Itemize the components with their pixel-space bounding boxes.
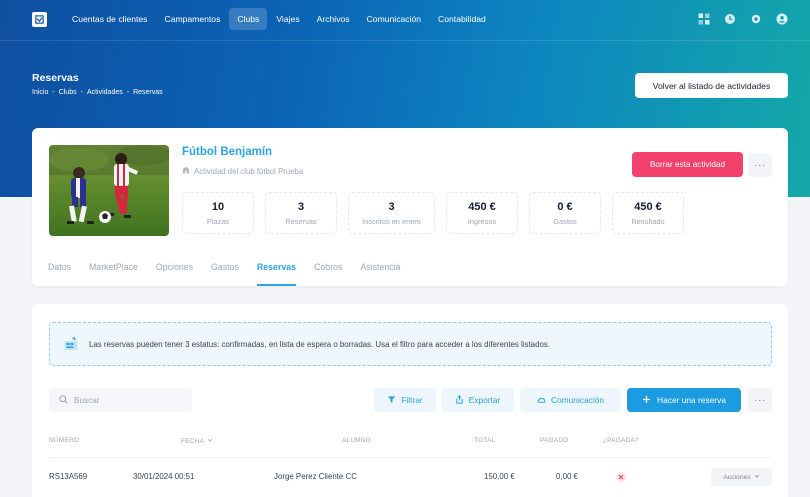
plus-icon	[642, 395, 651, 406]
nav-item-viajes[interactable]: Viajes	[268, 8, 307, 30]
stat-resultado: 450 € Resultado	[612, 192, 684, 234]
new-reservation-label: Hacer una reserva	[657, 395, 726, 405]
activity-card: Fútbol Benjamín Actividad del club fútbo…	[32, 128, 788, 286]
tab-datos[interactable]: Datos	[48, 262, 71, 286]
nav-item-campamentos[interactable]: Campamentos	[156, 8, 228, 30]
stat-reservas: 3 Reservas	[265, 192, 337, 234]
breadcrumb-separator: -	[80, 89, 83, 96]
app-logo[interactable]	[32, 11, 47, 27]
info-notice: Las reservas pueden tener 3 estatus: con…	[49, 322, 772, 366]
stat-ingresos: 450 € Ingresos	[446, 192, 518, 234]
search-input[interactable]	[74, 395, 184, 405]
stat-plazas: 10 Plazas	[182, 192, 254, 234]
building-icon	[182, 166, 190, 176]
toolbar-more-button[interactable]: ···	[748, 388, 772, 412]
communication-label: Comunicación	[550, 395, 605, 405]
cloud-icon	[537, 395, 546, 406]
activity-subtitle: Actividad del club fútbol Prueba	[182, 166, 303, 176]
activity-photo	[49, 145, 169, 236]
stat-value: 450 €	[468, 200, 496, 213]
stat-value: 450 €	[634, 200, 662, 213]
row-actions-button[interactable]: Acciones	[711, 468, 772, 486]
top-navigation: Cuentas de clientes Campamentos Clubs Vi…	[0, 0, 810, 38]
column-header-is-paid[interactable]: ¿Pagada?	[603, 437, 639, 444]
column-header-student[interactable]: Alumno	[342, 437, 371, 444]
row-actions-label: Acciones	[723, 473, 751, 481]
reservation-number[interactable]: RS13A569	[49, 472, 87, 481]
nav-divider	[0, 40, 810, 41]
nav-item-contabilidad[interactable]: Contabilidad	[430, 8, 494, 30]
filter-icon	[387, 395, 396, 406]
club-name: Actividad del club fútbol Prueba	[194, 166, 304, 176]
tab-asistencia[interactable]: Asistencia	[360, 262, 400, 286]
stat-label: Inscritos en enero	[362, 216, 421, 226]
export-label: Exportar	[468, 395, 501, 405]
breadcrumb-separator: -	[126, 89, 130, 96]
reservation-date: 30/01/2024 00:51	[133, 472, 195, 481]
chevron-down-icon	[207, 437, 213, 445]
export-button[interactable]: Exportar	[441, 388, 514, 412]
delete-activity-button[interactable]: Borrar esta actividad	[632, 152, 743, 177]
page-title: Reservas	[32, 72, 79, 84]
stat-label: Ingresos	[467, 216, 497, 226]
column-header-paid[interactable]: Pagado	[540, 437, 569, 444]
breadcrumb: Inicio - Clubs - Actividades - Reservas	[32, 89, 163, 96]
tab-cobros[interactable]: Cobros	[314, 262, 342, 286]
not-paid-icon	[616, 472, 626, 482]
apps-grid-icon[interactable]	[698, 13, 710, 25]
activity-title: Fútbol Benjamín	[182, 146, 273, 158]
stat-label: Gastos	[553, 216, 577, 226]
search-box	[49, 388, 192, 412]
tab-marketplace[interactable]: MarketPlace	[89, 262, 138, 286]
breadcrumb-actividades[interactable]: Actividades	[87, 89, 123, 96]
communication-button[interactable]: Comunicación	[520, 388, 621, 412]
nav-item-comunicacion[interactable]: Comunicación	[359, 8, 429, 30]
stat-inscritos: 3 Inscritos en enero	[348, 192, 435, 234]
column-header-date-label: Fecha	[181, 437, 205, 445]
stat-label: Reservas	[285, 216, 317, 226]
column-header-date[interactable]: Fecha	[181, 437, 213, 445]
notice-icon	[63, 336, 79, 352]
stat-value: 3	[297, 200, 305, 213]
reservation-student: Jorge Perez Cliente CC	[274, 472, 357, 481]
search-icon	[59, 391, 68, 409]
back-to-activities-button[interactable]: Volver al listado de actividades	[635, 73, 788, 98]
column-header-total[interactable]: Total	[474, 437, 495, 444]
chevron-down-icon	[754, 473, 760, 481]
column-header-number[interactable]: Número	[49, 437, 79, 444]
reservation-paid: 0,00 €	[556, 472, 578, 481]
user-avatar-icon[interactable]	[776, 13, 788, 25]
activity-more-button[interactable]: ···	[748, 153, 772, 177]
stat-value: 10	[211, 200, 225, 213]
new-reservation-button[interactable]: Hacer una reserva	[627, 388, 741, 412]
clock-icon[interactable]	[724, 13, 736, 25]
stat-label: Resultado	[631, 216, 665, 226]
reservations-panel: Las reservas pueden tener 3 estatus: con…	[32, 304, 788, 497]
breadcrumb-inicio[interactable]: Inicio	[32, 89, 48, 96]
activity-tabs: Datos MarketPlace Opciones Gastos Reserv…	[48, 262, 401, 286]
nav-icons	[698, 13, 788, 25]
main-menu: Cuentas de clientes Campamentos Clubs Vi…	[64, 8, 495, 30]
breadcrumb-clubs[interactable]: Clubs	[59, 89, 77, 96]
tab-opciones[interactable]: Opciones	[156, 262, 193, 286]
gear-icon[interactable]	[750, 13, 762, 25]
activity-stats: 10 Plazas 3 Reservas 3 Inscritos en ener…	[182, 192, 684, 234]
tab-reservas[interactable]: Reservas	[256, 262, 297, 286]
table-divider	[49, 457, 772, 458]
tab-gastos[interactable]: Gastos	[211, 262, 239, 286]
reservation-total: 150,00 €	[484, 472, 515, 481]
breadcrumb-reservas: Reservas	[133, 89, 163, 96]
nav-item-clubs[interactable]: Clubs	[229, 8, 268, 30]
stat-label: Plazas	[206, 216, 230, 226]
breadcrumb-separator: -	[52, 89, 55, 96]
notice-text: Las reservas pueden tener 3 estatus: con…	[89, 339, 550, 349]
filter-button[interactable]: Filtrar	[374, 388, 436, 412]
stat-gastos: 0 € Gastos	[529, 192, 601, 234]
filter-label: Filtrar	[401, 395, 423, 405]
nav-item-archivos[interactable]: Archivos	[309, 8, 358, 30]
export-icon	[455, 394, 464, 406]
nav-item-clientes[interactable]: Cuentas de clientes	[64, 8, 155, 30]
stat-value: 0 €	[557, 200, 573, 213]
stat-value: 3	[388, 200, 395, 213]
